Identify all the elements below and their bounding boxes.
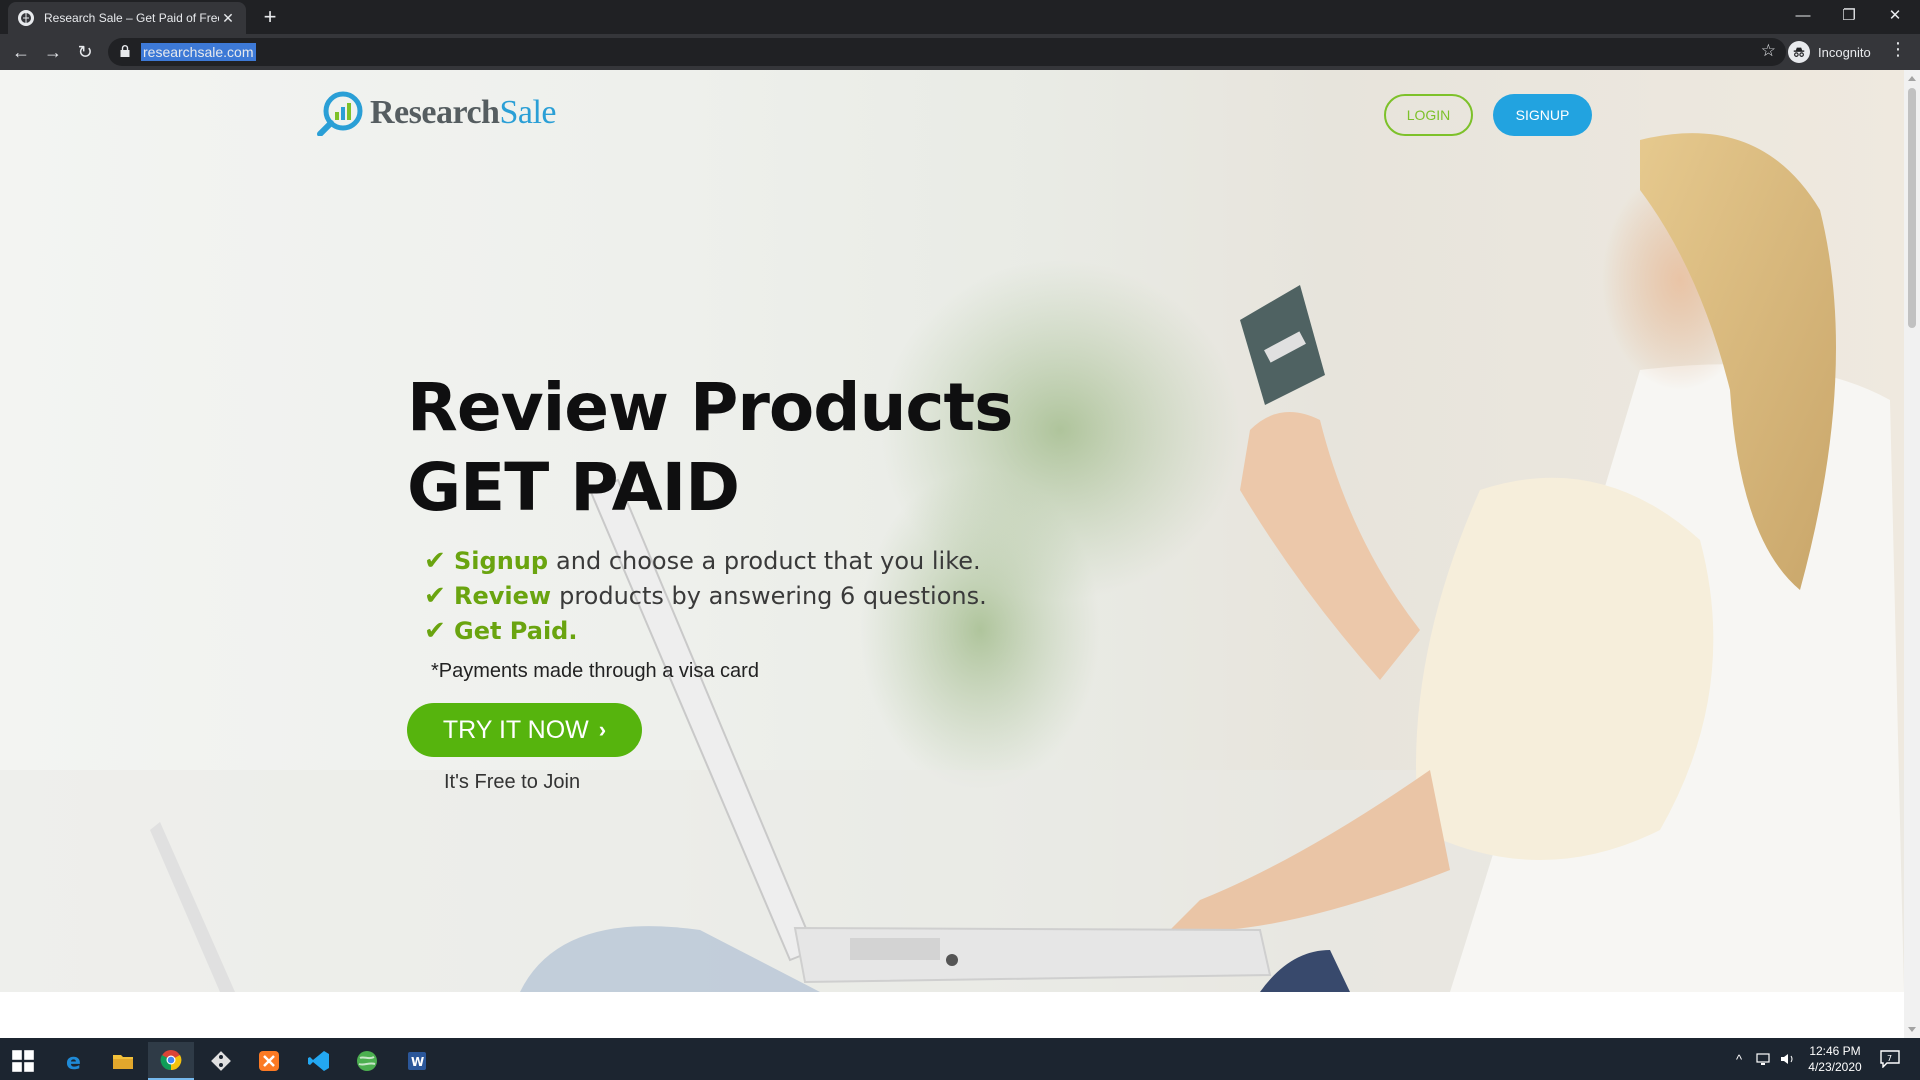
notification-count: 7 bbox=[1887, 1054, 1892, 1063]
try-it-now-button[interactable]: TRY IT NOW › bbox=[407, 703, 642, 757]
forward-button[interactable]: → bbox=[40, 39, 66, 65]
lock-icon bbox=[120, 45, 130, 57]
clock-time: 12:46 PM bbox=[1809, 1044, 1861, 1058]
chrome-icon[interactable] bbox=[148, 1042, 194, 1080]
site-logo[interactable]: ResearchSale bbox=[314, 90, 556, 136]
scroll-up-arrow-icon[interactable] bbox=[1908, 76, 1916, 81]
svg-text:W: W bbox=[411, 1055, 424, 1069]
step-keyword: Get Paid. bbox=[454, 617, 578, 645]
back-button[interactable]: ← bbox=[8, 39, 34, 65]
step-keyword: Signup bbox=[454, 547, 549, 575]
check-icon: ✔ bbox=[424, 546, 446, 576]
page-viewport: ResearchSale LOGIN SIGNUP Review Product… bbox=[0, 70, 1904, 1038]
bookmark-star-icon[interactable]: ☆ bbox=[1761, 41, 1776, 61]
headline-line-1: Review Products bbox=[407, 369, 1013, 446]
notifications-icon[interactable]: 7 bbox=[1880, 1038, 1900, 1080]
step-item: ✔ Signup and choose a product that you l… bbox=[424, 544, 987, 579]
step-item: ✔ Review products by answering 6 questio… bbox=[424, 579, 987, 614]
close-window-button[interactable]: ✕ bbox=[1872, 0, 1918, 30]
logo-text-research: Research bbox=[370, 94, 500, 131]
incognito-indicator[interactable]: Incognito bbox=[1788, 38, 1871, 66]
magnifier-chart-logo-icon bbox=[317, 91, 363, 136]
hero-section: ResearchSale LOGIN SIGNUP Review Product… bbox=[0, 70, 1904, 992]
clock-date: 4/23/2020 bbox=[1808, 1060, 1862, 1074]
svg-text:e: e bbox=[66, 1050, 81, 1073]
step-text: products by answering 6 questions. bbox=[559, 582, 987, 610]
page-scrollbar[interactable] bbox=[1904, 70, 1920, 1038]
restore-button[interactable]: ❐ bbox=[1826, 0, 1872, 30]
file-explorer-icon[interactable] bbox=[100, 1042, 146, 1080]
check-icon: ✔ bbox=[424, 581, 446, 611]
edge-icon[interactable]: e bbox=[52, 1042, 98, 1080]
scrollbar-thumb[interactable] bbox=[1908, 88, 1916, 328]
word-icon[interactable]: W bbox=[394, 1042, 440, 1080]
hero-background-photo bbox=[0, 133, 1904, 992]
address-bar[interactable]: researchsale.com ☆ bbox=[108, 38, 1786, 66]
reload-button[interactable]: ↻ bbox=[72, 39, 98, 65]
xampp-icon[interactable] bbox=[246, 1042, 292, 1080]
browser-tab[interactable]: Research Sale – Get Paid of Free ✕ bbox=[8, 2, 246, 34]
payments-note: *Payments made through a visa card bbox=[431, 660, 759, 682]
scroll-down-arrow-icon[interactable] bbox=[1908, 1027, 1916, 1032]
step-text: and choose a product that you like. bbox=[556, 547, 981, 575]
vscode-icon[interactable] bbox=[296, 1042, 342, 1080]
signup-button[interactable]: SIGNUP bbox=[1493, 94, 1592, 136]
tab-title: Research Sale – Get Paid of Free bbox=[44, 11, 219, 25]
site-favicon-icon bbox=[18, 10, 34, 26]
windows-start-icon[interactable] bbox=[0, 1042, 46, 1080]
browser-tab-bar: Research Sale – Get Paid of Free ✕ + — ❐… bbox=[0, 0, 1920, 34]
check-icon: ✔ bbox=[424, 616, 446, 646]
browser-toolbar: ← → ↻ researchsale.com ☆ Incognito ⋮ bbox=[0, 34, 1920, 70]
slider-dot[interactable] bbox=[946, 954, 958, 966]
free-to-join-note: It's Free to Join bbox=[444, 771, 581, 793]
step-keyword: Review bbox=[454, 582, 552, 610]
incognito-label: Incognito bbox=[1818, 44, 1871, 60]
network-icon[interactable] bbox=[1756, 1038, 1774, 1080]
system-clock[interactable]: 12:46 PM 4/23/2020 bbox=[1800, 1043, 1870, 1075]
tab-close-icon[interactable]: ✕ bbox=[220, 10, 236, 27]
minimize-button[interactable]: — bbox=[1780, 0, 1826, 30]
incognito-icon bbox=[1788, 41, 1810, 63]
chevron-right-icon: › bbox=[598, 717, 607, 742]
logo-text-sale: Sale bbox=[499, 94, 556, 131]
url-text[interactable]: researchsale.com bbox=[141, 43, 256, 61]
login-button[interactable]: LOGIN bbox=[1384, 94, 1473, 136]
logo-text: ResearchSale bbox=[370, 94, 556, 132]
new-tab-button[interactable]: + bbox=[258, 6, 282, 30]
try-it-now-label: TRY IT NOW bbox=[442, 715, 589, 744]
volume-icon[interactable] bbox=[1780, 1038, 1796, 1080]
git-icon[interactable] bbox=[198, 1042, 244, 1080]
headline-line-2: GET PAID bbox=[407, 449, 740, 526]
tray-overflow-chevron-icon[interactable]: ^ bbox=[1736, 1038, 1742, 1080]
browser-globe-icon[interactable] bbox=[344, 1042, 390, 1080]
browser-menu-icon[interactable]: ⋮ bbox=[1888, 39, 1908, 60]
step-item: ✔ Get Paid. bbox=[424, 614, 987, 649]
hero-headline: Review Products GET PAID bbox=[407, 368, 1013, 528]
windows-taskbar: e W ^ 12:46 PM 4/23/2020 7 bbox=[0, 1038, 1920, 1080]
steps-list: ✔ Signup and choose a product that you l… bbox=[424, 544, 987, 649]
